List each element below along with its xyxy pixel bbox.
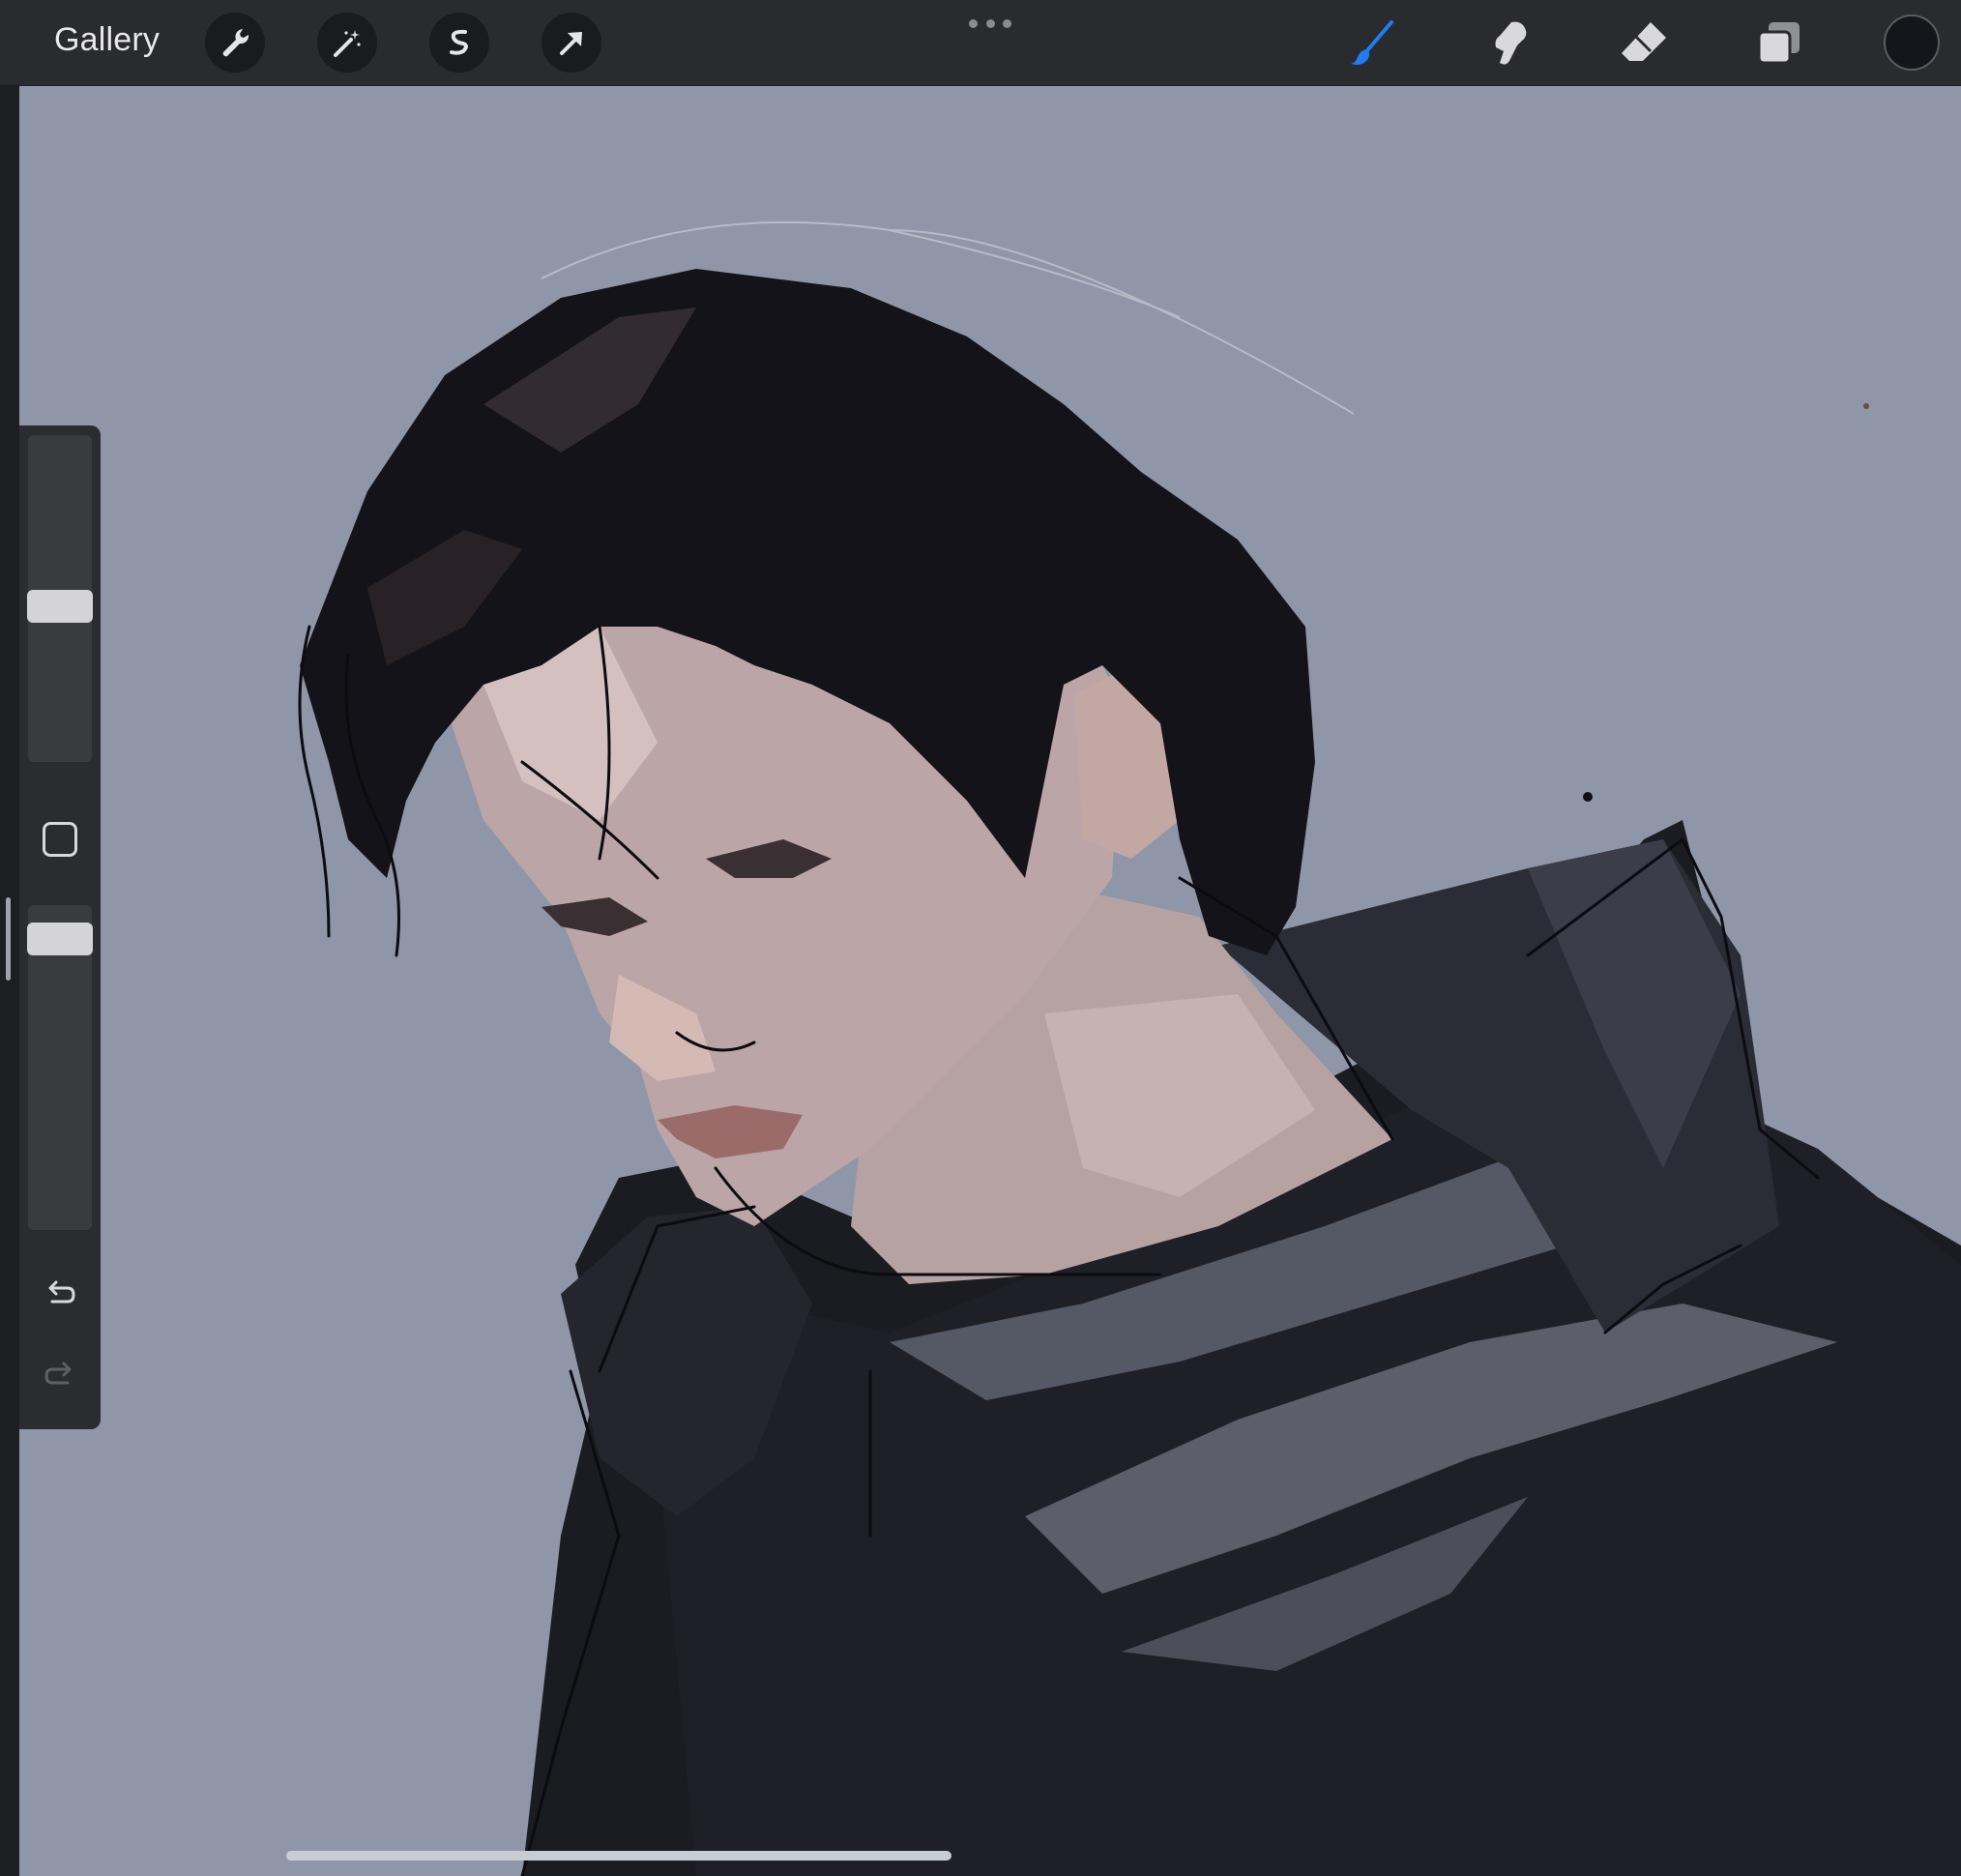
grabber-dot <box>969 19 978 28</box>
procreate-app: Gallery <box>0 0 1961 1876</box>
eraser-icon <box>1622 22 1666 61</box>
modify-button[interactable] <box>43 822 77 857</box>
selection-icon <box>450 29 468 55</box>
portrait-artwork <box>298 220 1961 1876</box>
home-indicator[interactable] <box>286 1851 951 1861</box>
adjustments-button[interactable] <box>317 13 377 73</box>
layers-button[interactable] <box>1750 14 1808 72</box>
drawing-canvas[interactable] <box>19 85 1961 1876</box>
grabber-dot <box>985 19 995 28</box>
gallery-button[interactable]: Gallery <box>54 21 160 59</box>
paint-tool-button[interactable] <box>1344 14 1402 72</box>
grabber-dot <box>1003 19 1011 28</box>
opacity-thumb[interactable] <box>27 923 93 955</box>
eraser-tool-button[interactable] <box>1615 14 1673 72</box>
color-swatch[interactable] <box>1884 15 1940 71</box>
magic-wand-icon <box>334 30 361 57</box>
brush-size-thumb[interactable] <box>27 590 93 623</box>
smudge-icon <box>1495 21 1527 65</box>
redo-icon <box>44 1362 72 1385</box>
undo-icon <box>48 1280 75 1304</box>
toolbar-grabber[interactable] <box>969 19 1011 29</box>
brush-icon <box>1351 20 1393 65</box>
transform-button[interactable] <box>541 13 601 73</box>
smudge-tool-button[interactable] <box>1479 14 1537 72</box>
sidebar <box>19 425 101 1429</box>
transform-arrow-icon <box>560 32 582 55</box>
top-toolbar: Gallery <box>0 0 1961 86</box>
redo-button[interactable] <box>41 1356 79 1394</box>
selection-button[interactable] <box>429 13 489 73</box>
wrench-icon <box>222 29 249 57</box>
sidebar-handle[interactable] <box>6 897 11 981</box>
actions-button[interactable] <box>205 13 265 73</box>
layers-icon <box>1757 22 1800 65</box>
undo-button[interactable] <box>41 1275 79 1313</box>
